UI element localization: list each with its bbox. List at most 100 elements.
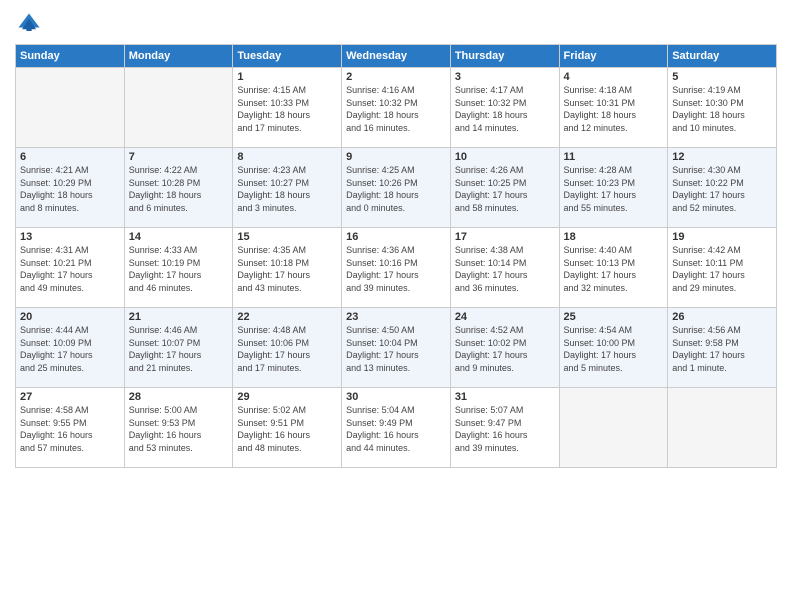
calendar-cell: 8Sunrise: 4:23 AM Sunset: 10:27 PM Dayli… (233, 148, 342, 228)
day-info: Sunrise: 5:07 AM Sunset: 9:47 PM Dayligh… (455, 404, 555, 454)
day-info: Sunrise: 4:17 AM Sunset: 10:32 PM Daylig… (455, 84, 555, 134)
day-info: Sunrise: 4:40 AM Sunset: 10:13 PM Daylig… (564, 244, 664, 294)
header (15, 10, 777, 38)
day-info: Sunrise: 5:00 AM Sunset: 9:53 PM Dayligh… (129, 404, 229, 454)
calendar-cell: 19Sunrise: 4:42 AM Sunset: 10:11 PM Dayl… (668, 228, 777, 308)
day-info: Sunrise: 5:04 AM Sunset: 9:49 PM Dayligh… (346, 404, 446, 454)
day-info: Sunrise: 4:56 AM Sunset: 9:58 PM Dayligh… (672, 324, 772, 374)
calendar-cell: 15Sunrise: 4:35 AM Sunset: 10:18 PM Dayl… (233, 228, 342, 308)
day-info: Sunrise: 4:52 AM Sunset: 10:02 PM Daylig… (455, 324, 555, 374)
day-number: 9 (346, 151, 446, 163)
calendar-cell: 3Sunrise: 4:17 AM Sunset: 10:32 PM Dayli… (450, 68, 559, 148)
logo (15, 10, 47, 38)
day-number: 30 (346, 391, 446, 403)
calendar-header-sunday: Sunday (16, 45, 125, 68)
day-info: Sunrise: 4:35 AM Sunset: 10:18 PM Daylig… (237, 244, 337, 294)
calendar-cell (559, 388, 668, 468)
day-number: 1 (237, 71, 337, 83)
calendar-cell: 24Sunrise: 4:52 AM Sunset: 10:02 PM Dayl… (450, 308, 559, 388)
day-number: 29 (237, 391, 337, 403)
day-info: Sunrise: 4:44 AM Sunset: 10:09 PM Daylig… (20, 324, 120, 374)
day-info: Sunrise: 4:26 AM Sunset: 10:25 PM Daylig… (455, 164, 555, 214)
day-info: Sunrise: 4:28 AM Sunset: 10:23 PM Daylig… (564, 164, 664, 214)
calendar-cell: 20Sunrise: 4:44 AM Sunset: 10:09 PM Dayl… (16, 308, 125, 388)
day-info: Sunrise: 4:54 AM Sunset: 10:00 PM Daylig… (564, 324, 664, 374)
calendar-header-thursday: Thursday (450, 45, 559, 68)
calendar-cell: 10Sunrise: 4:26 AM Sunset: 10:25 PM Dayl… (450, 148, 559, 228)
day-info: Sunrise: 4:30 AM Sunset: 10:22 PM Daylig… (672, 164, 772, 214)
day-number: 17 (455, 231, 555, 243)
calendar-header-wednesday: Wednesday (342, 45, 451, 68)
calendar-cell: 29Sunrise: 5:02 AM Sunset: 9:51 PM Dayli… (233, 388, 342, 468)
calendar-cell: 23Sunrise: 4:50 AM Sunset: 10:04 PM Dayl… (342, 308, 451, 388)
calendar-week-row: 6Sunrise: 4:21 AM Sunset: 10:29 PM Dayli… (16, 148, 777, 228)
day-number: 16 (346, 231, 446, 243)
calendar-cell: 31Sunrise: 5:07 AM Sunset: 9:47 PM Dayli… (450, 388, 559, 468)
day-number: 22 (237, 311, 337, 323)
calendar-week-row: 27Sunrise: 4:58 AM Sunset: 9:55 PM Dayli… (16, 388, 777, 468)
calendar-cell: 21Sunrise: 4:46 AM Sunset: 10:07 PM Dayl… (124, 308, 233, 388)
day-info: Sunrise: 4:16 AM Sunset: 10:32 PM Daylig… (346, 84, 446, 134)
calendar-cell: 13Sunrise: 4:31 AM Sunset: 10:21 PM Dayl… (16, 228, 125, 308)
calendar-cell: 12Sunrise: 4:30 AM Sunset: 10:22 PM Dayl… (668, 148, 777, 228)
day-number: 4 (564, 71, 664, 83)
day-number: 5 (672, 71, 772, 83)
calendar-header-tuesday: Tuesday (233, 45, 342, 68)
calendar-header-friday: Friday (559, 45, 668, 68)
day-number: 27 (20, 391, 120, 403)
day-number: 6 (20, 151, 120, 163)
day-number: 13 (20, 231, 120, 243)
day-number: 21 (129, 311, 229, 323)
day-info: Sunrise: 4:48 AM Sunset: 10:06 PM Daylig… (237, 324, 337, 374)
calendar-cell: 9Sunrise: 4:25 AM Sunset: 10:26 PM Dayli… (342, 148, 451, 228)
calendar-cell: 28Sunrise: 5:00 AM Sunset: 9:53 PM Dayli… (124, 388, 233, 468)
day-info: Sunrise: 4:19 AM Sunset: 10:30 PM Daylig… (672, 84, 772, 134)
day-info: Sunrise: 4:36 AM Sunset: 10:16 PM Daylig… (346, 244, 446, 294)
calendar-cell: 16Sunrise: 4:36 AM Sunset: 10:16 PM Dayl… (342, 228, 451, 308)
calendar-cell: 18Sunrise: 4:40 AM Sunset: 10:13 PM Dayl… (559, 228, 668, 308)
calendar-week-row: 13Sunrise: 4:31 AM Sunset: 10:21 PM Dayl… (16, 228, 777, 308)
day-info: Sunrise: 4:33 AM Sunset: 10:19 PM Daylig… (129, 244, 229, 294)
day-info: Sunrise: 4:18 AM Sunset: 10:31 PM Daylig… (564, 84, 664, 134)
calendar-cell: 27Sunrise: 4:58 AM Sunset: 9:55 PM Dayli… (16, 388, 125, 468)
day-info: Sunrise: 4:23 AM Sunset: 10:27 PM Daylig… (237, 164, 337, 214)
calendar-cell (668, 388, 777, 468)
calendar-cell: 1Sunrise: 4:15 AM Sunset: 10:33 PM Dayli… (233, 68, 342, 148)
day-number: 7 (129, 151, 229, 163)
day-number: 12 (672, 151, 772, 163)
calendar-week-row: 1Sunrise: 4:15 AM Sunset: 10:33 PM Dayli… (16, 68, 777, 148)
day-number: 24 (455, 311, 555, 323)
calendar-cell: 6Sunrise: 4:21 AM Sunset: 10:29 PM Dayli… (16, 148, 125, 228)
day-number: 19 (672, 231, 772, 243)
calendar-header-saturday: Saturday (668, 45, 777, 68)
day-number: 31 (455, 391, 555, 403)
calendar-header-monday: Monday (124, 45, 233, 68)
day-info: Sunrise: 4:22 AM Sunset: 10:28 PM Daylig… (129, 164, 229, 214)
calendar-cell: 30Sunrise: 5:04 AM Sunset: 9:49 PM Dayli… (342, 388, 451, 468)
calendar-cell (16, 68, 125, 148)
day-info: Sunrise: 4:58 AM Sunset: 9:55 PM Dayligh… (20, 404, 120, 454)
day-number: 20 (20, 311, 120, 323)
day-info: Sunrise: 4:21 AM Sunset: 10:29 PM Daylig… (20, 164, 120, 214)
calendar: SundayMondayTuesdayWednesdayThursdayFrid… (15, 44, 777, 468)
calendar-cell: 2Sunrise: 4:16 AM Sunset: 10:32 PM Dayli… (342, 68, 451, 148)
calendar-cell (124, 68, 233, 148)
day-info: Sunrise: 4:46 AM Sunset: 10:07 PM Daylig… (129, 324, 229, 374)
day-number: 2 (346, 71, 446, 83)
day-number: 15 (237, 231, 337, 243)
logo-icon (15, 10, 43, 38)
day-info: Sunrise: 4:42 AM Sunset: 10:11 PM Daylig… (672, 244, 772, 294)
calendar-cell: 5Sunrise: 4:19 AM Sunset: 10:30 PM Dayli… (668, 68, 777, 148)
calendar-cell: 17Sunrise: 4:38 AM Sunset: 10:14 PM Dayl… (450, 228, 559, 308)
calendar-header-row: SundayMondayTuesdayWednesdayThursdayFrid… (16, 45, 777, 68)
calendar-cell: 25Sunrise: 4:54 AM Sunset: 10:00 PM Dayl… (559, 308, 668, 388)
calendar-cell: 7Sunrise: 4:22 AM Sunset: 10:28 PM Dayli… (124, 148, 233, 228)
calendar-cell: 4Sunrise: 4:18 AM Sunset: 10:31 PM Dayli… (559, 68, 668, 148)
day-number: 11 (564, 151, 664, 163)
calendar-cell: 22Sunrise: 4:48 AM Sunset: 10:06 PM Dayl… (233, 308, 342, 388)
day-number: 26 (672, 311, 772, 323)
day-info: Sunrise: 4:50 AM Sunset: 10:04 PM Daylig… (346, 324, 446, 374)
page: SundayMondayTuesdayWednesdayThursdayFrid… (0, 0, 792, 612)
day-number: 14 (129, 231, 229, 243)
day-info: Sunrise: 4:38 AM Sunset: 10:14 PM Daylig… (455, 244, 555, 294)
